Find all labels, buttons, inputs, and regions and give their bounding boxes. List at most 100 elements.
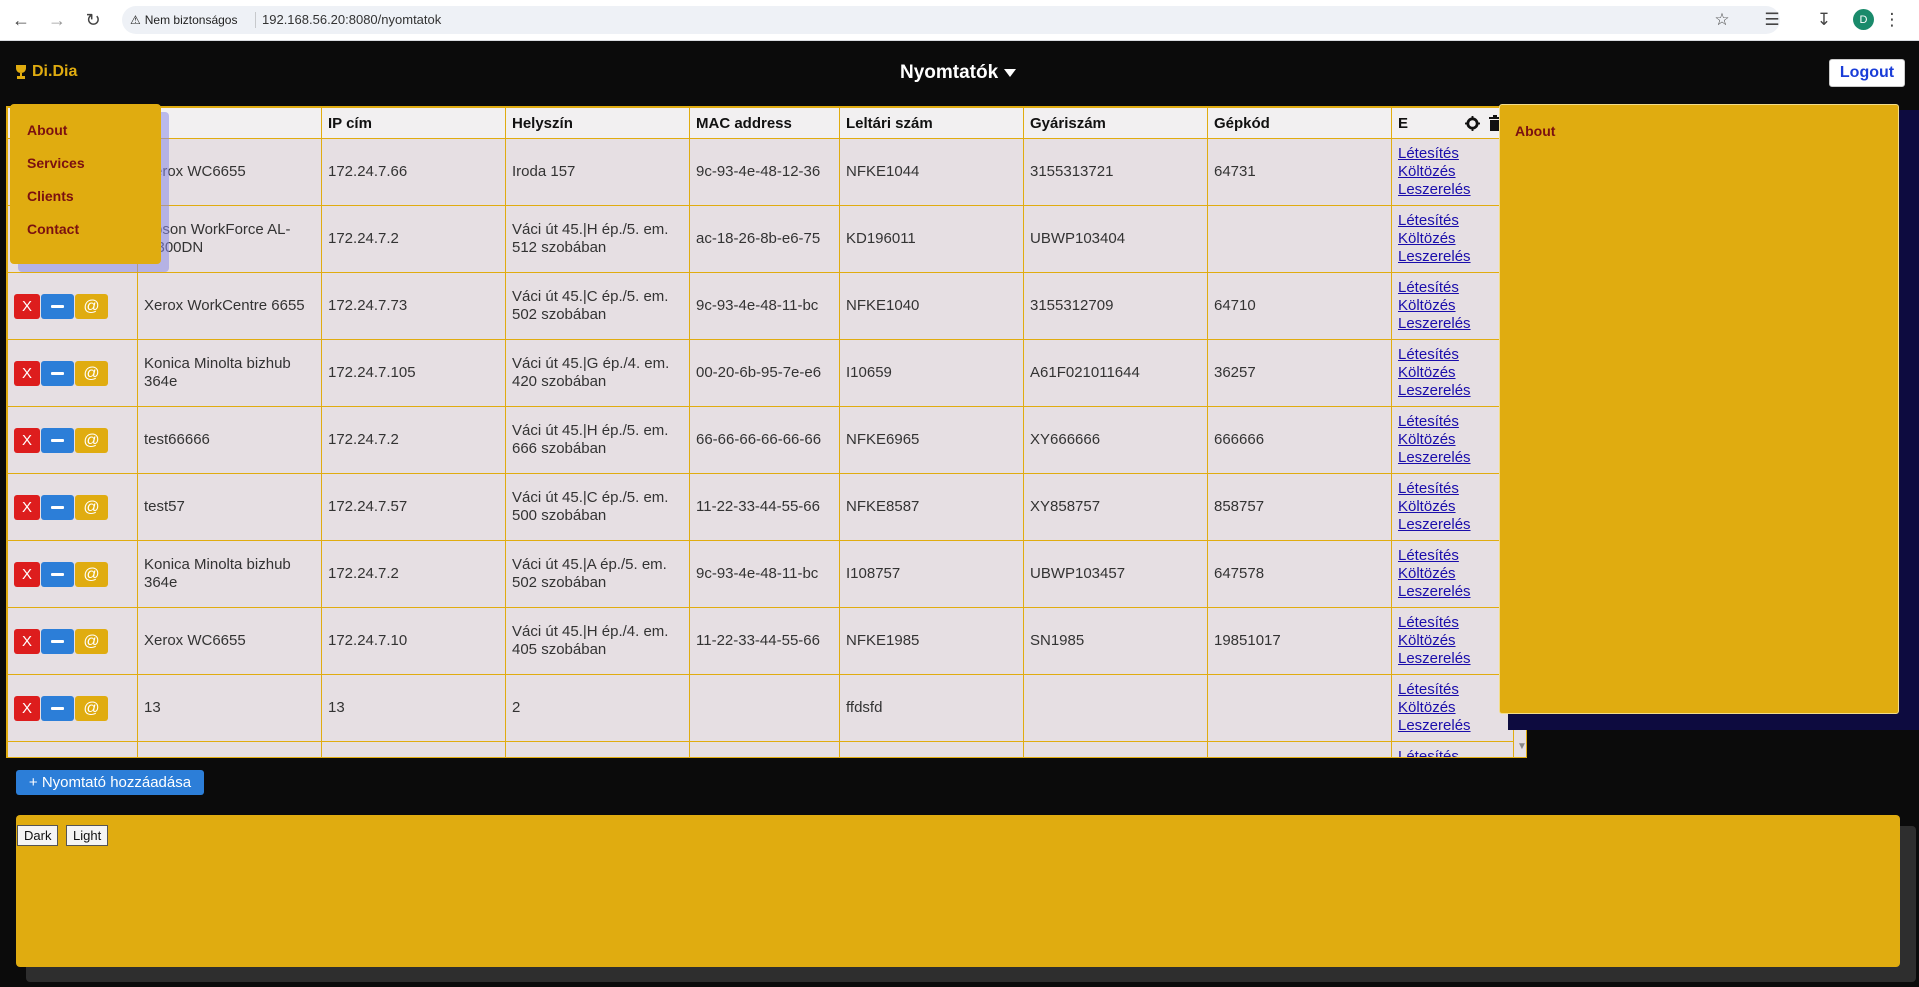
cell-events: LétesítésKöltözésLeszerelés [1391, 339, 1514, 407]
email-button[interactable]: @ [75, 427, 108, 453]
row-link-2[interactable]: Leszerelés [1398, 717, 1513, 735]
download-icon[interactable]: ↧ [1812, 8, 1836, 32]
reload-icon[interactable]: ↻ [80, 7, 106, 33]
menu-item-clients[interactable]: Clients [27, 188, 74, 204]
email-button[interactable]: @ [75, 628, 108, 654]
row-link-2[interactable]: Leszerelés [1398, 181, 1513, 199]
address-bar[interactable]: ⚠ Nem biztonságos 192.168.56.20:8080/nyo… [122, 6, 1780, 34]
gear-icon[interactable] [1465, 116, 1480, 131]
delete-button[interactable]: X [14, 293, 40, 319]
delete-button[interactable]: X [14, 494, 40, 520]
row-link-0[interactable]: Létesítés [1398, 480, 1513, 498]
row-link-2[interactable]: Leszerelés [1398, 382, 1513, 400]
header-inventory[interactable]: Leltári szám [839, 107, 1024, 139]
header-code[interactable]: Gépkód [1207, 107, 1392, 139]
row-link-0[interactable]: Létesítés [1398, 547, 1513, 565]
header-location[interactable]: Helyszín [505, 107, 690, 139]
minus-icon [51, 505, 64, 509]
delete-button[interactable]: X [14, 561, 40, 587]
header-mac[interactable]: MAC address [689, 107, 840, 139]
edit-button[interactable] [41, 628, 74, 654]
row-link-0[interactable]: Létesítés [1398, 212, 1513, 230]
scroll-down-icon[interactable]: ▼ [1517, 741, 1526, 755]
light-theme-button[interactable]: Light [66, 825, 109, 846]
cell-inventory: I10659 [839, 339, 1024, 407]
cell-location: Váci út 45.|H ép./5. em. 666 szobában [505, 406, 690, 474]
extensions-icon[interactable]: ☰ [1760, 8, 1784, 32]
printers-table: ev IP cím Helyszín MAC address Leltári s… [7, 107, 1514, 757]
row-link-0[interactable]: Létesítés [1398, 346, 1513, 364]
bookmark-star-icon[interactable]: ☆ [1710, 8, 1734, 32]
cell-ip: 172.24.7.2 [321, 540, 506, 608]
back-icon[interactable]: ← [8, 7, 34, 33]
edit-button[interactable] [41, 494, 74, 520]
cell-mac [689, 741, 840, 757]
email-button[interactable]: @ [75, 293, 108, 319]
table-row: X @13 13 2 ffdsfd Létesítés Költözés Leszerelés [7, 674, 1514, 742]
delete-button[interactable]: X [14, 427, 40, 453]
email-button[interactable]: @ [75, 695, 108, 721]
cell-ip: 172.24.7.66 [321, 138, 506, 206]
row-link-2[interactable]: Leszerelés [1398, 516, 1513, 534]
row-link-0[interactable]: Létesítés [1398, 748, 1513, 757]
cell-serial: UBWP103404 [1023, 205, 1208, 273]
edit-button[interactable] [41, 293, 74, 319]
cell-serial [1023, 741, 1208, 757]
row-link-1[interactable]: Költözés [1398, 230, 1513, 248]
profile-avatar[interactable]: D [1853, 9, 1874, 30]
cell-mac: 00-20-6b-95-7e-e6 [689, 339, 840, 407]
row-link-0[interactable]: Létesítés [1398, 681, 1513, 699]
row-link-1[interactable]: Költözés [1398, 565, 1513, 583]
row-link-2[interactable]: Leszerelés [1398, 650, 1513, 668]
url-text[interactable]: 192.168.56.20:8080/nyomtatok [262, 12, 441, 27]
brand-logo[interactable]: Di.Dia [14, 63, 77, 81]
menu-item-about[interactable]: About [27, 122, 67, 138]
cell-location: Iroda 157 [505, 138, 690, 206]
row-link-2[interactable]: Leszerelés [1398, 583, 1513, 601]
logout-button[interactable]: Logout [1829, 59, 1905, 87]
row-link-1[interactable]: Költözés [1398, 431, 1513, 449]
row-link-1[interactable]: Költözés [1398, 297, 1513, 315]
delete-button[interactable]: X [14, 360, 40, 386]
row-link-0[interactable]: Létesítés [1398, 279, 1513, 297]
row-link-2[interactable]: Leszerelés [1398, 449, 1513, 467]
row-link-1[interactable]: Költözés [1398, 699, 1513, 717]
email-button[interactable]: @ [75, 360, 108, 386]
delete-button[interactable]: X [14, 628, 40, 654]
header-serial[interactable]: Gyáriszám [1023, 107, 1208, 139]
cell-mac: 11-22-33-44-55-66 [689, 607, 840, 675]
row-link-2[interactable]: Leszerelés [1398, 315, 1513, 333]
row-link-2[interactable]: Leszerelés [1398, 248, 1513, 266]
header-ip[interactable]: IP cím [321, 107, 506, 139]
caret-down-icon [1004, 69, 1017, 77]
security-indicator[interactable]: ⚠ Nem biztonságos [130, 11, 237, 29]
row-link-1[interactable]: Költözés [1398, 364, 1513, 382]
edit-button[interactable] [41, 561, 74, 587]
row-link-1[interactable]: Költözés [1398, 632, 1513, 650]
add-printer-button[interactable]: + Nyomtató hozzáadása [16, 770, 204, 795]
table-row: X@ LétesítésKöltözésLeszerelés [7, 741, 1514, 757]
cell-location: Váci út 45.|A ép./5. em. 502 szobában [505, 540, 690, 608]
email-button[interactable]: @ [75, 561, 108, 587]
menu-item-services[interactable]: Services [27, 155, 85, 171]
browser-menu-icon[interactable]: ⋮ [1880, 8, 1904, 32]
row-link-1[interactable]: Költözés [1398, 163, 1513, 181]
cell-ip: 172.24.7.10 [321, 607, 506, 675]
row-link-0[interactable]: Létesítés [1398, 614, 1513, 632]
delete-button[interactable]: X [14, 695, 40, 721]
page-title-dropdown[interactable]: Nyomtatók [900, 62, 1017, 84]
header-name[interactable]: ev [137, 107, 322, 139]
edit-button[interactable] [41, 427, 74, 453]
edit-button[interactable] [41, 695, 74, 721]
edit-button[interactable] [41, 360, 74, 386]
cell-serial: XY666666 [1023, 406, 1208, 474]
row-link-1[interactable]: Költözés [1398, 498, 1513, 516]
row-link-0[interactable]: Létesítés [1398, 145, 1513, 163]
dark-theme-button[interactable]: Dark [17, 825, 59, 846]
row-link-0[interactable]: Létesítés [1398, 413, 1513, 431]
cell-location: Váci út 45.|H ép./5. em. 512 szobában [505, 205, 690, 273]
printers-table-container[interactable]: ev IP cím Helyszín MAC address Leltári s… [6, 106, 1527, 758]
email-button[interactable]: @ [75, 494, 108, 520]
forward-icon[interactable]: → [44, 7, 70, 33]
menu-item-contact[interactable]: Contact [27, 221, 79, 237]
